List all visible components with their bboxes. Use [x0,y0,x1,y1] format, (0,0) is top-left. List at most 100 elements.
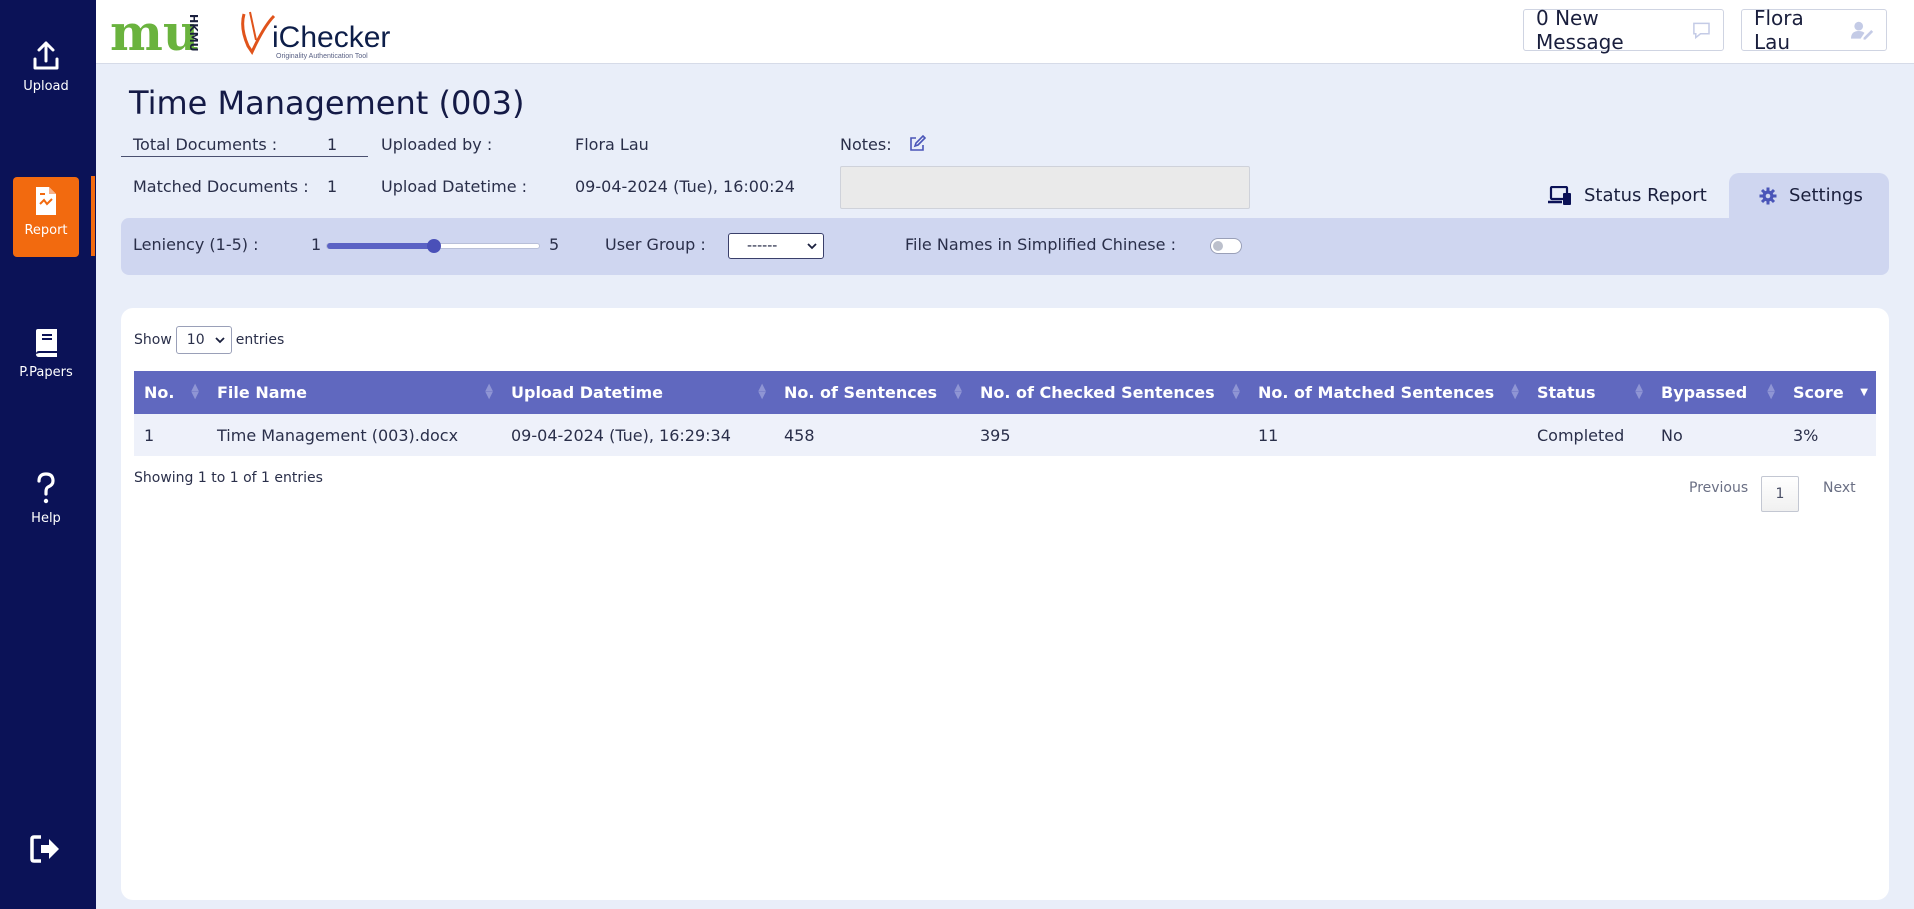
cell-score[interactable]: 3% [1783,414,1876,456]
svg-text:mu: mu [110,10,199,56]
sort-icon: ▲ ▼ [1767,382,1775,401]
question-icon [37,472,55,504]
leniency-max: 5 [549,235,560,254]
devices-icon [1548,185,1571,205]
sidebar-item-label: P.Papers [19,365,73,380]
slider-fill [327,243,434,249]
uploaded-by-value: Flora Lau [575,135,649,154]
leniency-slider[interactable] [326,239,540,253]
entries-label: entries [235,332,285,348]
tab-settings[interactable]: Settings [1729,173,1889,218]
tab-label: Status Report [1584,185,1707,206]
column-header-bypassed[interactable]: Bypassed ▲ ▼ [1651,371,1783,414]
active-nav-marker [91,176,95,256]
notes-field[interactable] [840,166,1250,209]
upload-icon [33,41,59,70]
cell-matched-sentences: 11 [1258,425,1279,445]
previous-page-button[interactable]: Previous [1689,480,1748,496]
sort-icon: ▲ ▼ [485,382,493,401]
tab-status-report[interactable]: Status Report [1548,173,1716,218]
table-row[interactable]: 1 Time Management (003).docx 09-04-2024 … [134,414,1876,456]
slider-handle[interactable] [427,239,441,253]
sidebar-item-label: Report [24,223,68,238]
hkmu-logo: mu HKMU [110,10,200,56]
simplified-chinese-toggle[interactable] [1210,238,1242,254]
gear-icon [1759,187,1777,204]
user-edit-icon [1850,21,1874,40]
book-icon [36,329,57,357]
upload-datetime-value: 09-04-2024 (Tue), 16:00:24 [575,177,795,196]
settings-panel: Leniency (1-5) : 1 5 User Group : ------… [121,218,1889,275]
upload-datetime-label: Upload Datetime : [381,177,528,196]
chat-icon [1693,22,1710,40]
sort-desc-icon: ▼ [1860,387,1868,398]
cell-upload-datetime: 09-04-2024 (Tue), 16:29:34 [511,425,731,445]
page-length-control: Show 10 entries [134,326,284,354]
ichecker-logo: iChecker Originality Authentication Tool [241,11,390,60]
page-length-select[interactable]: 10 [175,326,232,354]
user-group-select[interactable]: ------ [728,233,824,259]
cell-status: Completed [1537,425,1625,445]
table-header-row: No. ▲ ▼ File Name ▲ ▼ Upload Datetime ▲ ▼ No. … [134,371,1876,414]
show-label: Show [134,332,172,348]
sidebar-item-label: Help [31,511,61,526]
notes-label: Notes: [840,135,892,154]
sort-icon: ▲ ▼ [758,382,766,401]
results-table: No. ▲ ▼ File Name ▲ ▼ Upload Datetime ▲ ▼ No. … [134,371,1876,456]
user-group-value: ------ [747,238,778,254]
messages-button[interactable]: 0 New Message [1523,6,1724,54]
simplified-chinese-label: File Names in Simplified Chinese : [905,235,1176,254]
messages-label: 0 New Message [1536,6,1624,54]
cell-sentences: 458 [784,425,815,445]
sidebar: Upload Report P.Papers Help [0,0,96,909]
total-documents-label: Total Documents : [133,135,278,154]
column-header-sentences[interactable]: No. of Sentences ▲ ▼ [774,371,970,414]
matched-documents-label: Matched Documents : [133,177,309,196]
column-header-matched-sentences[interactable]: No. of Matched Sentences ▲ ▼ [1248,371,1527,414]
results-card: Show 10 entries No. ▲ ▼ File Name ▲ ▼ Upload… [121,308,1889,900]
top-bar: mu HKMU iChecker Originality Authenticat… [96,0,1914,64]
page-title: Time Management (003) [129,84,525,122]
column-header-checked-sentences[interactable]: No. of Checked Sentences ▲ ▼ [970,371,1248,414]
chevron-down-icon [215,337,225,344]
user-name: Flora Lau [1754,6,1804,54]
leniency-min: 1 [311,235,322,254]
svg-text:HKMU: HKMU [187,14,200,52]
edit-icon [910,134,927,151]
leniency-label: Leniency (1-5) : [133,235,259,254]
column-header-upload-datetime[interactable]: Upload Datetime ▲ ▼ [501,371,774,414]
user-group-label: User Group : [605,235,706,254]
edit-notes-button[interactable] [908,134,927,157]
sort-icon: ▲ ▼ [954,382,962,401]
matched-documents-value: 1 [327,177,338,196]
logout-button[interactable] [29,834,61,868]
svg-text:iChecker: iChecker [272,21,390,54]
sidebar-item-upload[interactable]: Upload [13,39,79,119]
report-icon [36,187,56,215]
sort-icon: ▲ ▼ [1511,382,1519,401]
column-header-score[interactable]: Score ▼ [1783,371,1876,414]
column-header-no[interactable]: No. ▲ ▼ [134,371,207,414]
cell-bypassed: No [1661,425,1683,445]
svg-text:Originality Authentication Too: Originality Authentication Tool [276,53,368,60]
sidebar-item-report[interactable]: Report [13,177,79,257]
page-1-button[interactable]: 1 [1761,476,1799,512]
uploaded-by-label: Uploaded by : [381,135,493,154]
user-menu-button[interactable]: Flora Lau [1741,6,1887,54]
cell-file-name[interactable]: Time Management (003).docx [207,414,501,456]
sort-icon: ▲ ▼ [1635,382,1643,401]
sort-icon: ▲ ▼ [191,382,199,401]
next-page-button[interactable]: Next [1823,480,1856,496]
sort-icon: ▲ ▼ [1232,382,1240,401]
column-header-status[interactable]: Status ▲ ▼ [1527,371,1651,414]
column-header-file-name[interactable]: File Name ▲ ▼ [207,371,501,414]
page-length-value: 10 [186,332,205,348]
divider [121,156,368,157]
table-info: Showing 1 to 1 of 1 entries [134,470,323,486]
sidebar-item-ppapers[interactable]: P.Papers [13,327,79,407]
logout-icon [30,835,59,863]
sidebar-item-label: Upload [23,79,69,94]
sidebar-item-help[interactable]: Help [13,471,79,551]
toggle-knob [1213,241,1223,251]
chevron-down-icon [807,243,817,250]
